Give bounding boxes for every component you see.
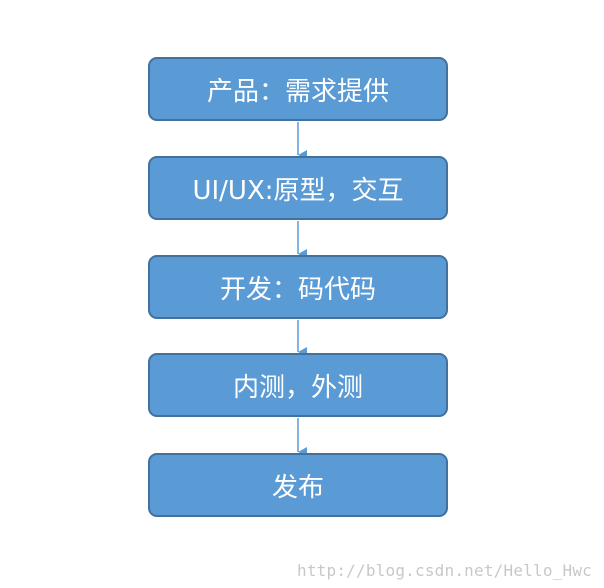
watermark-url: http://blog.csdn.net/Hello_Hwc xyxy=(297,561,592,580)
step-testing-box: 内测，外测 xyxy=(148,353,448,417)
step-development-box: 开发：码代码 xyxy=(148,255,448,319)
step-development-label: 开发：码代码 xyxy=(219,274,376,305)
step-uiux-label: UI/UX:原型，交互 xyxy=(192,175,404,206)
step-release-box: 发布 xyxy=(148,453,448,517)
step-product-label: 产品：需求提供 xyxy=(206,76,389,107)
step-product-box: 产品：需求提供 xyxy=(148,57,448,121)
step-uiux-box: UI/UX:原型，交互 xyxy=(148,156,448,220)
step-testing-label: 内测，外测 xyxy=(232,372,363,403)
step-release-label: 发布 xyxy=(271,472,324,503)
